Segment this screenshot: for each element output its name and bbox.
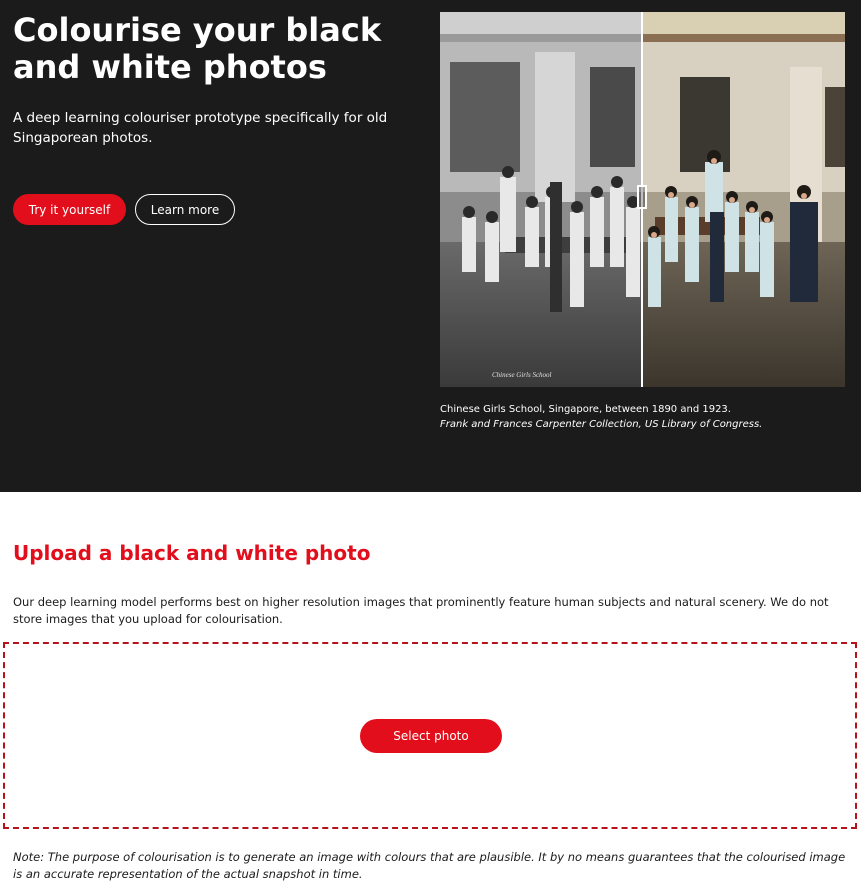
upload-description: Our deep learning model performs best on… [13,595,829,626]
hero-section: Colourise your black and white photos A … [0,0,861,492]
photo-dropzone[interactable]: Select photo [3,642,857,829]
image-inscription: Chinese Girls School [492,371,552,379]
caption-text: Chinese Girls School, Singapore, between… [440,404,731,415]
caption-credit: Frank and Frances Carpenter Collection, … [440,419,763,430]
select-photo-button[interactable]: Select photo [360,719,502,753]
try-it-yourself-button[interactable]: Try it yourself [13,194,126,225]
hero-title: Colourise your black and white photos [13,11,382,86]
before-after-image-comparison[interactable]: Chinese Girls School [440,12,845,387]
colourisation-note: Note: The purpose of colourisation is to… [13,850,846,881]
hero-subtitle: A deep learning colouriser prototype spe… [13,110,388,146]
comparison-slider-handle[interactable] [637,185,647,209]
image-caption: Chinese Girls School, Singapore, between… [440,402,850,432]
upload-section-title: Upload a black and white photo [13,541,371,565]
learn-more-button[interactable]: Learn more [135,194,235,225]
